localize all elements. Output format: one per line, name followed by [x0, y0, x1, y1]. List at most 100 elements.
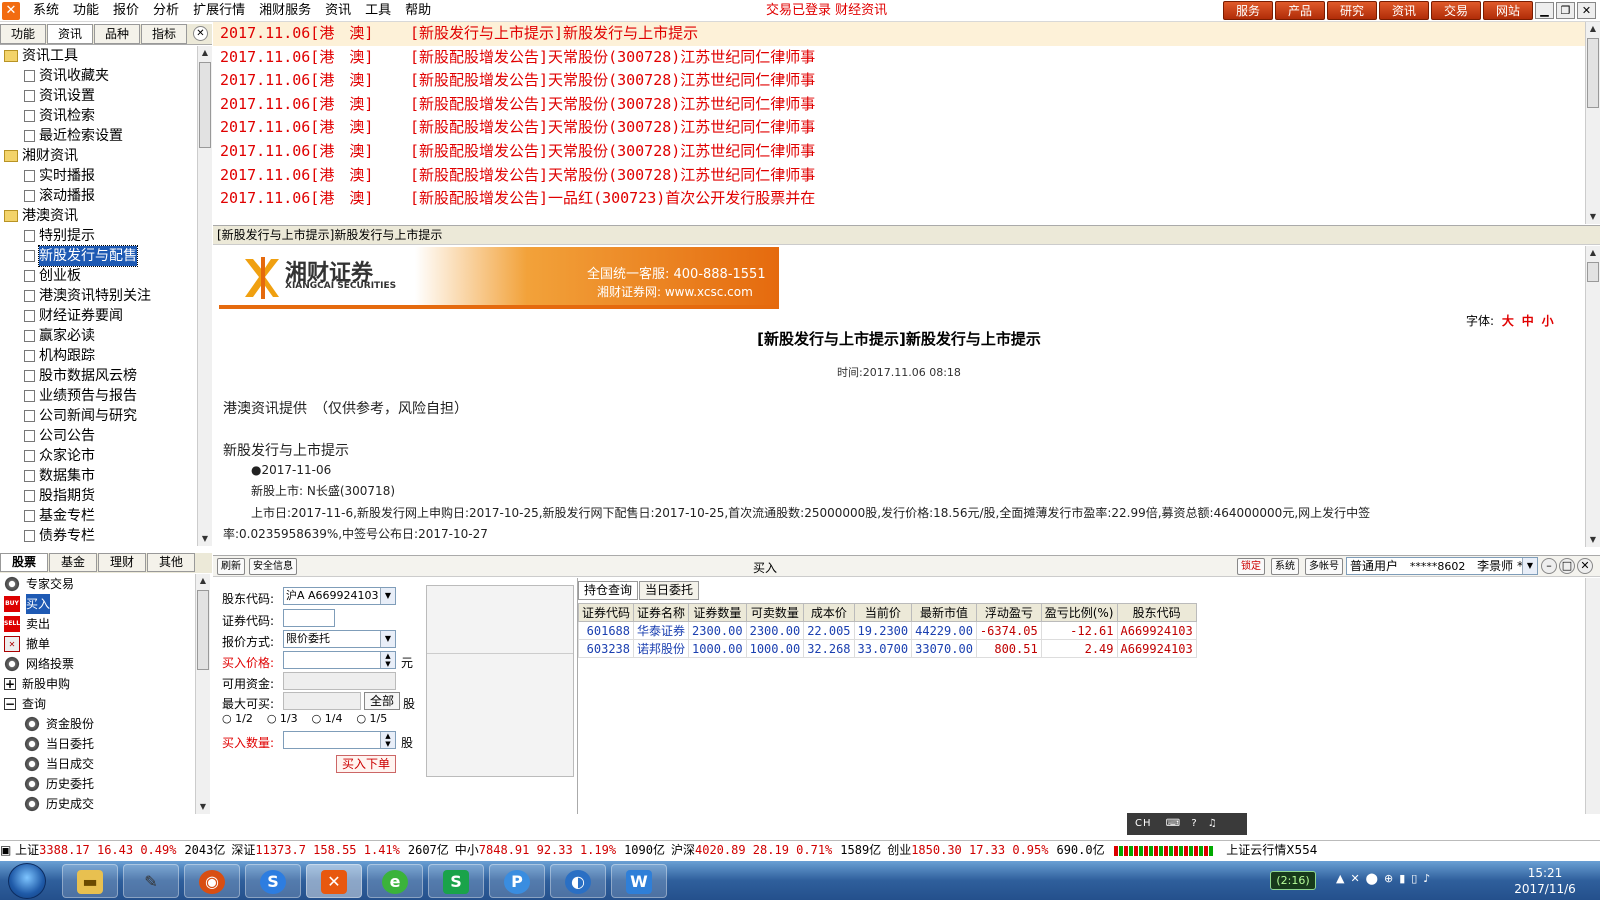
- trade-tree-item[interactable]: 当日委托: [0, 734, 195, 754]
- tree-item[interactable]: 公司新闻与研究: [0, 406, 197, 426]
- trade-tree-scroll-thumb[interactable]: [197, 590, 209, 670]
- tree-item[interactable]: 港澳资讯特别关注: [0, 286, 197, 306]
- left-tab-2[interactable]: 品种: [94, 24, 140, 44]
- table-row[interactable]: 601688 华泰证券 2300.00 2300.00 22.005 19.2300 442…: [577, 621, 1197, 640]
- tree-item[interactable]: 特别提示: [0, 226, 197, 246]
- news-row[interactable]: 2017.11.06[港 澳] [新股配股增发公告]天常股份(300728)江苏世…: [213, 69, 1585, 93]
- trade-tree-item[interactable]: 网络投票: [0, 654, 195, 674]
- scroll-up-icon[interactable]: ▲: [1586, 246, 1600, 260]
- tree-item[interactable]: 滚动播报: [0, 186, 197, 206]
- all-button[interactable]: 全部: [364, 692, 400, 710]
- holder-code-select[interactable]: 沪A A669924103 ▼: [283, 587, 396, 605]
- radio-icon[interactable]: ○: [312, 712, 325, 725]
- holdings-scrollbar[interactable]: [1585, 578, 1600, 814]
- chevron-down-icon[interactable]: ▼: [380, 631, 395, 647]
- close-icon[interactable]: ✕: [1577, 2, 1596, 19]
- news-row[interactable]: 2017.11.06[港 澳] [新股发行与上市提示]新股发行与上市提示: [213, 22, 1585, 46]
- left-tab-3[interactable]: 指标: [141, 24, 187, 44]
- font-size-large[interactable]: 大: [1502, 314, 1514, 328]
- top-nav-button-1[interactable]: 产品: [1275, 1, 1325, 20]
- tree-item[interactable]: 赢家必读: [0, 326, 197, 346]
- tree-item[interactable]: 业绩预告与报告: [0, 386, 197, 406]
- taskbar-p-app[interactable]: P: [489, 864, 545, 898]
- scroll-up-icon[interactable]: ▲: [1586, 22, 1600, 36]
- top-nav-button-0[interactable]: 服务: [1223, 1, 1273, 20]
- trade-tree-item[interactable]: BUY 买入: [0, 594, 195, 614]
- scroll-down-icon[interactable]: ▼: [196, 800, 210, 814]
- column-header[interactable]: 证券数量: [688, 603, 747, 622]
- tree-scrollbar[interactable]: ▲ ▼: [197, 46, 212, 546]
- news-row[interactable]: 2017.11.06[港 澳] [新股配股增发公告]一品红(300723)首次公开…: [213, 187, 1585, 211]
- left-tab-1[interactable]: 资讯: [47, 24, 93, 44]
- taskbar-browser[interactable]: e: [367, 864, 423, 898]
- tree-folder[interactable]: 湘财资讯: [0, 146, 197, 166]
- top-nav-button-2[interactable]: 研究: [1327, 1, 1377, 20]
- ime-toolbar[interactable]: CH ⌨ ? ♫: [1127, 813, 1247, 835]
- trade-tree-item[interactable]: SELL 卖出: [0, 614, 195, 634]
- trade-tree-scrollbar[interactable]: ▲ ▼: [195, 574, 210, 814]
- fraction-option-0[interactable]: ○ 1/2: [222, 712, 253, 725]
- column-header[interactable]: 股东代码: [1116, 603, 1197, 622]
- tree-item[interactable]: 资讯收藏夹: [0, 66, 197, 86]
- price-mode-select[interactable]: 限价委托 ▼: [283, 630, 396, 648]
- price-stepper-icon[interactable]: ▲ ▼: [380, 652, 395, 668]
- radio-icon[interactable]: ○: [356, 712, 369, 725]
- menu-item-8[interactable]: 帮助: [398, 0, 438, 22]
- menu-item-7[interactable]: 工具: [358, 0, 398, 22]
- scroll-up-icon[interactable]: ▲: [198, 46, 212, 60]
- ticker-item[interactable]: ▣ 上证3388.17 16.43 0.49% 2043亿: [0, 841, 225, 860]
- column-header[interactable]: 证券名称: [633, 603, 690, 622]
- menu-item-2[interactable]: 报价: [106, 0, 146, 22]
- taskbar-xiangcai[interactable]: ✕: [306, 864, 362, 898]
- radio-icon[interactable]: ○: [222, 712, 235, 725]
- buy-qty-input[interactable]: ▲ ▼: [283, 731, 396, 749]
- trade-tree-item[interactable]: ✕ 撤单: [0, 634, 195, 654]
- tree-item[interactable]: 资讯检索: [0, 106, 197, 126]
- security-info-button[interactable]: 安全信息: [249, 558, 297, 575]
- column-header[interactable]: 浮动盈亏: [975, 603, 1042, 622]
- tree-item[interactable]: 实时播报: [0, 166, 197, 186]
- ticker-item[interactable]: 深证11373.7 158.55 1.41% 2607亿: [231, 841, 448, 860]
- chevron-down-icon[interactable]: ▼: [1522, 558, 1537, 574]
- scroll-down-icon[interactable]: ▼: [198, 532, 212, 546]
- taskbar-clock[interactable]: 15:21 2017/11/6: [1500, 865, 1590, 897]
- radio-icon[interactable]: ○: [267, 712, 280, 725]
- scroll-down-icon[interactable]: ▼: [1586, 533, 1600, 547]
- minimize-icon[interactable]: –: [1541, 558, 1557, 574]
- trade-tree-item[interactable]: 历史委托: [0, 774, 195, 794]
- trade-tree-item[interactable]: 专家交易: [0, 574, 195, 594]
- column-header[interactable]: 当前价: [853, 603, 913, 622]
- left-panel-close-icon[interactable]: ✕: [193, 26, 208, 41]
- news-row[interactable]: 2017.11.06[港 澳] [新股配股增发公告]天常股份(300728)江苏世…: [213, 46, 1585, 70]
- restore-icon[interactable]: ❐: [1556, 2, 1575, 19]
- menu-item-1[interactable]: 功能: [66, 0, 106, 22]
- menu-item-5[interactable]: 湘财服务: [252, 0, 318, 22]
- trade-tree-item[interactable]: − 查询: [0, 694, 195, 714]
- multi-account-button[interactable]: 多帐号: [1305, 558, 1343, 575]
- tree-item[interactable]: 股指期货: [0, 486, 197, 506]
- tree-item[interactable]: 财经证券要闻: [0, 306, 197, 326]
- minimize-icon[interactable]: ▁: [1535, 2, 1554, 19]
- tree-item[interactable]: 最近检索设置: [0, 126, 197, 146]
- tree-item[interactable]: 债券专栏: [0, 526, 197, 546]
- taskbar-tool[interactable]: ✎: [123, 864, 179, 898]
- trade-tree-item[interactable]: 资金股份: [0, 714, 195, 734]
- news-scroll-thumb[interactable]: [1587, 38, 1599, 108]
- tree-item[interactable]: 数据集市: [0, 466, 197, 486]
- taskbar-avatar-app[interactable]: ◉: [184, 864, 240, 898]
- help-icon[interactable]: ?: [1191, 818, 1197, 829]
- ticker-item[interactable]: 创业1850.30 17.33 0.95% 690.0亿: [887, 841, 1104, 860]
- column-header[interactable]: 证券代码: [577, 603, 635, 622]
- left-tab-0[interactable]: 功能: [0, 24, 46, 44]
- qty-stepper-icon[interactable]: ▲ ▼: [380, 732, 395, 748]
- tree-scroll-thumb[interactable]: [199, 62, 211, 148]
- tree-item[interactable]: 公司公告: [0, 426, 197, 446]
- start-button-icon[interactable]: [8, 863, 46, 899]
- top-nav-button-3[interactable]: 资讯: [1379, 1, 1429, 20]
- fraction-option-1[interactable]: ○ 1/3: [267, 712, 298, 725]
- taskbar-wps-writer[interactable]: W: [611, 864, 667, 898]
- tray-icons[interactable]: ▲✕⬤⊕▮▯♪: [1336, 872, 1436, 885]
- trade-tab-3[interactable]: 其他: [147, 553, 195, 572]
- trade-tree-item[interactable]: 历史成交: [0, 794, 195, 814]
- font-size-small[interactable]: 小: [1542, 314, 1554, 328]
